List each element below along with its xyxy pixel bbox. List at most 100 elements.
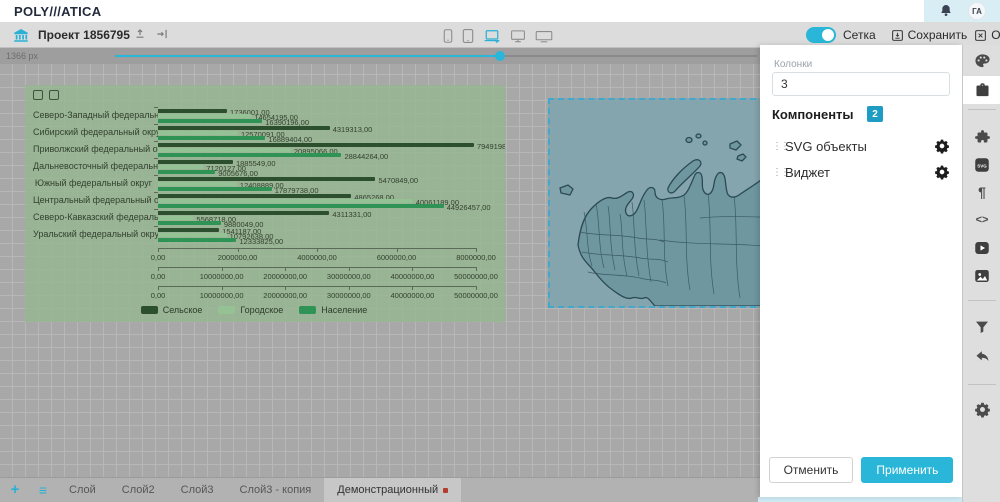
settings-gear-icon[interactable]	[971, 398, 993, 420]
components-count-badge: 2	[867, 106, 883, 122]
layer-tab-active[interactable]: Демонстрационный	[324, 478, 461, 502]
widget-frame-icon[interactable]	[33, 90, 43, 100]
bar-value-label: 12333825,00	[239, 237, 283, 246]
component-gear-icon[interactable]	[934, 164, 950, 180]
fit-width-icon[interactable]	[155, 27, 171, 43]
text-paragraph-icon[interactable]: ¶	[971, 181, 993, 203]
active-tab-label: Демонстрационный	[337, 478, 438, 502]
header-user-area	[924, 0, 1000, 22]
bar-Городское	[158, 199, 413, 203]
bar-Городское	[158, 131, 238, 135]
components-panel-icon[interactable]	[971, 79, 993, 101]
bar-Население	[158, 170, 215, 174]
add-layer-button[interactable]: +	[0, 478, 30, 502]
device-desktop-icon[interactable]	[510, 29, 526, 44]
export-icon[interactable]	[133, 27, 149, 43]
sidebar-divider	[968, 109, 996, 110]
layer-tab[interactable]: Слой	[56, 478, 109, 502]
code-icon[interactable]: <>	[971, 209, 993, 231]
axis-tick-label: 30000000,00	[327, 272, 371, 281]
svg-text:SVG: SVG	[977, 163, 987, 168]
axis-tick-label: 6000000,00	[377, 253, 417, 262]
bar-Сельское	[158, 194, 351, 198]
layer-tab[interactable]: Слой3 - копия	[227, 478, 325, 502]
chart-legend: СельскоеГородскоеНаселение	[33, 305, 475, 315]
layer-tab[interactable]: Слой2	[109, 478, 168, 502]
video-icon[interactable]	[971, 237, 993, 259]
kaliningrad-region	[560, 185, 573, 195]
axis-tick-label: 4000000,00	[297, 253, 337, 262]
axis-tick-label: 30000000,00	[327, 291, 371, 300]
cancel-button[interactable]: Отменить	[974, 28, 1000, 42]
panel-bottom-strip	[758, 497, 962, 502]
device-phone-icon[interactable]	[443, 28, 453, 44]
app-header: POLY///ATICA ГА	[0, 0, 1000, 22]
legend-item: Сельское	[141, 305, 203, 315]
width-slider[interactable]	[115, 55, 757, 57]
category-label: Дальневосточный федеральный ок...	[33, 158, 158, 175]
bar-Сельское	[158, 109, 227, 113]
canvas-width-label: 1366 px	[6, 51, 38, 61]
component-item[interactable]: ⋮⋮Виджет	[772, 159, 950, 185]
chart-rows: Северо-Западный федеральный ок...1736001…	[33, 107, 505, 243]
palette-icon[interactable]	[971, 50, 993, 72]
axis-tick-label: 20000000,00	[263, 272, 307, 281]
chart-category-row: Дальневосточный федеральный ок...1885549…	[33, 158, 505, 175]
chart-category-row: Северо-Кавказский федеральный ...4311331…	[33, 209, 505, 226]
grid-toggle-label: Сетка	[843, 28, 876, 42]
puzzle-icon[interactable]	[971, 126, 993, 148]
axis-tick-label: 0,00	[151, 291, 166, 300]
image-icon[interactable]	[971, 265, 993, 287]
save-icon	[891, 29, 904, 42]
layer-tab[interactable]: Слой3	[168, 478, 227, 502]
panel-apply-button[interactable]: Применить	[861, 457, 953, 483]
properties-panel: Колонки Компоненты 2 ⋮⋮SVG объекты⋮⋮Видж…	[760, 45, 962, 497]
cancel-icon	[974, 29, 987, 42]
widget-frame-icon[interactable]	[49, 90, 59, 100]
bar-Городское	[158, 182, 237, 186]
unsaved-indicator	[443, 488, 448, 493]
device-laptop-icon-active[interactable]	[483, 29, 501, 44]
bar-value-label: 7949198,00	[477, 142, 505, 151]
arctic-islands	[686, 134, 746, 161]
axis-tick-label: 0,00	[151, 272, 166, 281]
panel-cancel-button[interactable]: Отменить	[769, 457, 854, 483]
user-avatar[interactable]: ГА	[968, 2, 986, 20]
polymatica-logo: POLY///ATICA	[14, 4, 101, 19]
chart-category-row: Уральский федеральный округ1541187,00107…	[33, 226, 505, 243]
bar-chart-widget[interactable]: Северо-Западный федеральный ок...1736001…	[25, 85, 505, 322]
bar-Городское	[158, 148, 291, 152]
device-tablet-icon[interactable]	[462, 28, 474, 44]
component-item[interactable]: ⋮⋮SVG объекты	[772, 133, 950, 159]
bar-Городское	[158, 114, 251, 118]
undo-actions-icon[interactable]	[971, 345, 993, 367]
chart-axes: 0,002000000,004000000,006000000,00800000…	[33, 246, 505, 303]
width-slider-handle[interactable]	[495, 51, 505, 61]
axis-tick-label: 8000000,00	[456, 253, 496, 262]
chart-x-axis: 0,0010000000,0020000000,0030000000,00400…	[158, 284, 476, 303]
sidebar-divider	[968, 300, 996, 301]
bar-Население	[158, 204, 444, 208]
filter-icon[interactable]	[971, 316, 993, 338]
bar-Городское	[158, 233, 227, 237]
bar-Сельское	[158, 211, 329, 215]
save-button[interactable]: Сохранить	[891, 28, 968, 42]
project-home-icon[interactable]	[12, 26, 30, 44]
bar-Городское	[158, 165, 203, 169]
drag-handle-icon[interactable]: ⋮⋮	[772, 141, 785, 152]
grid-toggle[interactable]	[806, 27, 836, 43]
axis-tick-label: 40000000,00	[390, 291, 434, 300]
notifications-bell-icon[interactable]	[938, 3, 954, 19]
axis-tick-label: 10000000,00	[200, 272, 244, 281]
layer-menu-icon[interactable]: ≡	[30, 478, 56, 502]
columns-input[interactable]	[772, 72, 950, 96]
svg-objects-icon[interactable]: SVG	[971, 154, 993, 176]
bar-Население	[158, 153, 341, 157]
device-widescreen-icon[interactable]	[535, 29, 553, 44]
drag-handle-icon[interactable]: ⋮⋮	[772, 167, 785, 178]
axis-tick-label: 20000000,00	[263, 291, 307, 300]
axis-tick-label: 50000000,00	[454, 291, 498, 300]
columns-label: Колонки	[774, 59, 812, 70]
chart-x-axis: 0,0010000000,0020000000,0030000000,00400…	[158, 265, 476, 284]
component-gear-icon[interactable]	[934, 138, 950, 154]
